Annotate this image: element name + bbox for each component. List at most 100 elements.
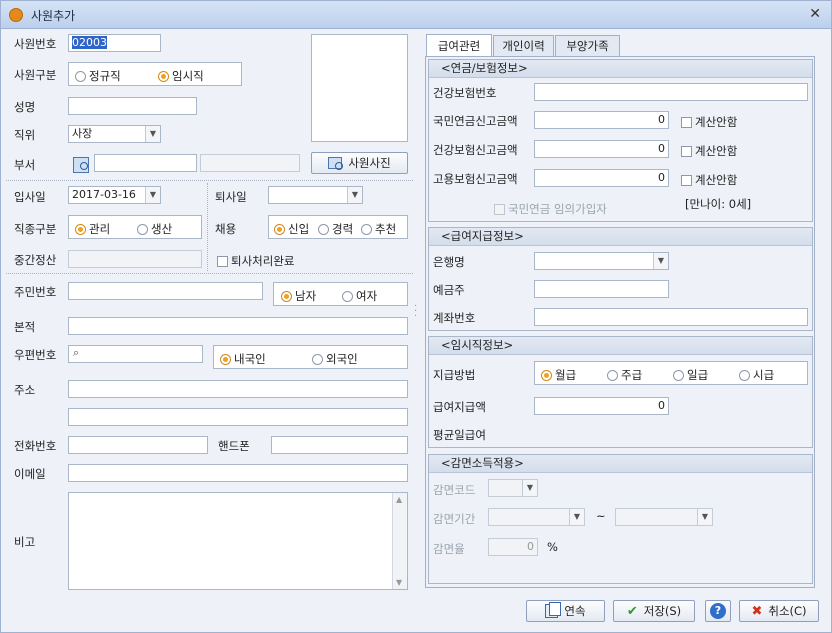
address-input-2[interactable] [68,408,408,426]
chevron-down-icon: ▼ [347,187,362,203]
tax-rate-input: 0 [488,538,538,556]
app-icon [9,8,23,22]
zip-input[interactable]: ⌕ [68,345,203,363]
bank-label: 은행명 [433,255,465,269]
holder-input[interactable] [534,280,669,298]
pay-method-label: 지급방법 [433,368,476,382]
continue-button[interactable]: 연속 [526,600,605,622]
voluntary-checkbox: 국민연금 임의가입자 [494,201,607,217]
save-button[interactable]: ✔ 저장(S) [613,600,695,622]
account-input[interactable] [534,308,808,326]
radio-regular[interactable]: 정규직 [75,68,121,84]
midcalc-label: 중간정산 [14,253,57,267]
divider [6,273,413,274]
note-textarea[interactable]: ▲ ▼ [68,492,408,590]
pay-group-title: <급여지급정보> [429,228,812,246]
chevron-down-icon: ▼ [522,480,537,496]
tab-history[interactable]: 개인이력 [493,35,554,56]
tax-rate-label: 감면율 [433,542,465,556]
health-no-input[interactable] [534,83,808,101]
scroll-up-icon: ▲ [396,495,403,504]
name-input[interactable] [68,97,197,115]
close-icon[interactable]: ✕ [809,6,821,22]
employ-amt-label: 고용보험신고금액 [433,172,518,186]
address-input-1[interactable] [68,380,408,398]
holder-label: 예금주 [433,283,465,297]
tax-rate-unit: % [547,540,558,554]
radio-temporary[interactable]: 임시직 [158,68,204,84]
join-date-input[interactable]: 2017-03-16 ▼ [68,186,161,204]
phone-input[interactable] [68,436,208,454]
employ-no-calc-checkbox[interactable]: 계산안함 [681,172,737,188]
title-bar: 사원추가 ✕ [1,1,831,29]
origin-label: 본적 [14,320,36,334]
help-button[interactable]: ? [705,600,731,622]
origin-input[interactable] [68,317,408,335]
pension-group-title: <연금/보험정보> [429,60,812,78]
radio-domestic[interactable]: 내국인 [220,351,266,367]
radio-male[interactable]: 남자 [281,288,316,304]
email-input[interactable] [68,464,408,482]
emp-no-label: 사원번호 [14,37,57,51]
radio-female[interactable]: 여자 [342,288,377,304]
employee-add-window: 사원추가 ✕ 사원번호 02003 사원구분 정규직 임시직 성명 직위 사장 ▼… [0,0,832,633]
health-no-label: 건강보험번호 [433,86,497,100]
checkmark-icon: ✔ [626,603,638,619]
leave-date-input[interactable]: ▼ [268,186,363,204]
phone-label: 전화번호 [14,439,57,453]
tax-period-start: ▼ [488,508,585,526]
note-scrollbar[interactable]: ▲ ▼ [392,493,407,589]
radio-foreign[interactable]: 외국인 [312,351,358,367]
radio-new[interactable]: 신입 [274,221,309,237]
position-select[interactable]: 사장 ▼ [68,125,161,143]
jobtype-label: 직종구분 [14,222,57,236]
radio-experienced[interactable]: 경력 [318,221,353,237]
radio-weekly[interactable]: 주급 [607,367,642,383]
rrn-label: 주민번호 [14,285,57,299]
leave-date-label: 퇴사일 [215,190,247,204]
health-amt-label: 건강보험신고금액 [433,143,518,157]
tax-period-label: 감면기간 [433,512,476,526]
pension-no-calc-checkbox[interactable]: 계산안함 [681,114,737,130]
radio-hourly[interactable]: 시급 [739,367,774,383]
tax-period-tilde: ~ [596,509,606,523]
rrn-input[interactable] [68,282,263,300]
divider [6,180,413,181]
splitter-grip[interactable]: · · · [414,302,417,322]
dept-search-icon[interactable] [73,157,89,173]
position-label: 직위 [14,128,36,142]
age-label: [만나이: 0세] [685,197,752,211]
bank-select[interactable]: ▼ [534,252,669,270]
radio-daily[interactable]: 일급 [673,367,708,383]
health-amt-input[interactable]: 0 [534,140,669,158]
radio-monthly[interactable]: 월급 [541,367,576,383]
address-label: 주소 [14,383,36,397]
mobile-input[interactable] [271,436,408,454]
pay-amount-label: 급여지급액 [433,400,486,414]
pay-amount-input[interactable]: 0 [534,397,669,415]
health-no-calc-checkbox[interactable]: 계산안함 [681,143,737,159]
dept-label: 부서 [14,158,36,172]
zip-label: 우편번호 [14,348,57,362]
photo-button[interactable]: 사원사진 [311,152,408,174]
radio-production[interactable]: 생산 [137,221,172,237]
dept-code-input[interactable] [94,154,197,172]
pension-amt-input[interactable]: 0 [534,111,669,129]
tax-group-title: <감면소득적용> [429,455,812,473]
emp-no-value: 02003 [72,36,107,49]
radio-referral[interactable]: 추천 [361,221,396,237]
tab-dependents[interactable]: 부양가족 [555,35,620,56]
employ-amt-input[interactable]: 0 [534,169,669,187]
cancel-x-icon: ✖ [751,603,763,619]
avg-daily-label: 평균일급여 [433,428,486,442]
name-label: 성명 [14,100,36,114]
emp-no-input[interactable]: 02003 [68,34,161,52]
cancel-button[interactable]: ✖ 취소(C) [739,600,819,622]
copy-icon [545,602,562,618]
mobile-label: 핸드폰 [218,439,250,453]
radio-admin[interactable]: 관리 [75,221,110,237]
tab-pay[interactable]: 급여관련 [426,34,492,57]
chevron-down-icon: ▼ [697,509,712,525]
retire-done-checkbox[interactable]: 퇴사처리완료 [217,253,294,269]
window-title: 사원추가 [31,9,76,23]
